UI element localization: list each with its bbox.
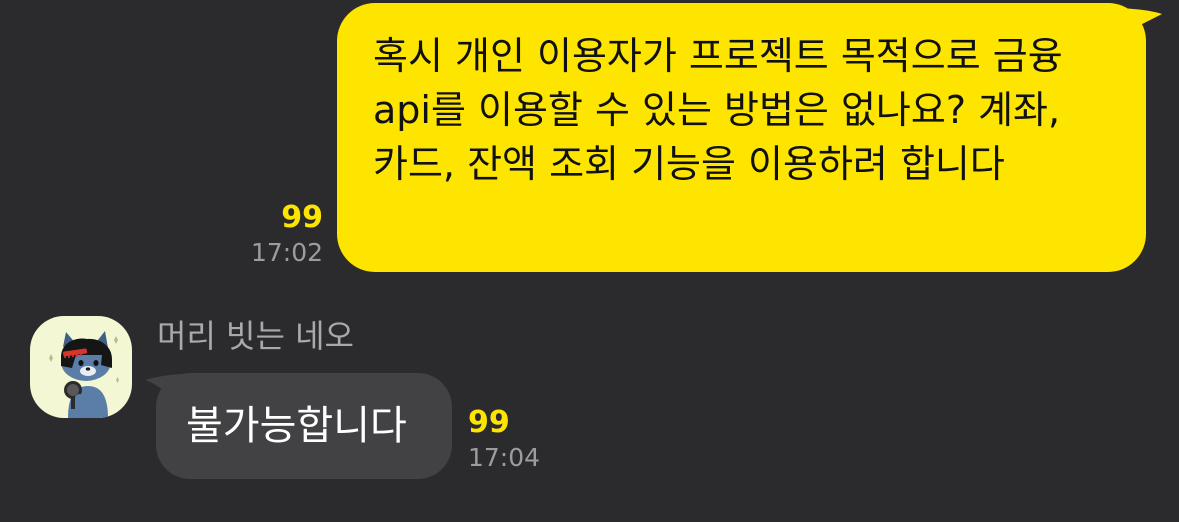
outgoing-message-meta: 99 17:02 [251,200,323,270]
incoming-message-meta: 99 17:04 [468,405,540,475]
incoming-message-bubble[interactable]: 불가능합니다 [156,373,452,479]
neo-character-avatar-icon [49,331,119,418]
sender-name[interactable]: 머리 빗는 네오 [157,316,354,356]
avatar[interactable] [30,316,132,418]
unread-count: 99 [281,200,323,235]
chat-room: 99 17:02 혹시 개인 이용자가 프로젝트 목적으로 금융 api를 이용… [0,0,1179,522]
unread-count: 99 [468,405,510,440]
message-time: 17:02 [250,238,323,267]
outgoing-message-bubble[interactable]: 혹시 개인 이용자가 프로젝트 목적으로 금융 api를 이용할 수 있는 방법… [337,3,1146,272]
incoming-message-text: 불가능합니다 [186,403,407,449]
outgoing-message-text: 혹시 개인 이용자가 프로젝트 목적으로 금융 api를 이용할 수 있는 방법… [373,34,1063,186]
message-time: 17:04 [468,443,541,472]
